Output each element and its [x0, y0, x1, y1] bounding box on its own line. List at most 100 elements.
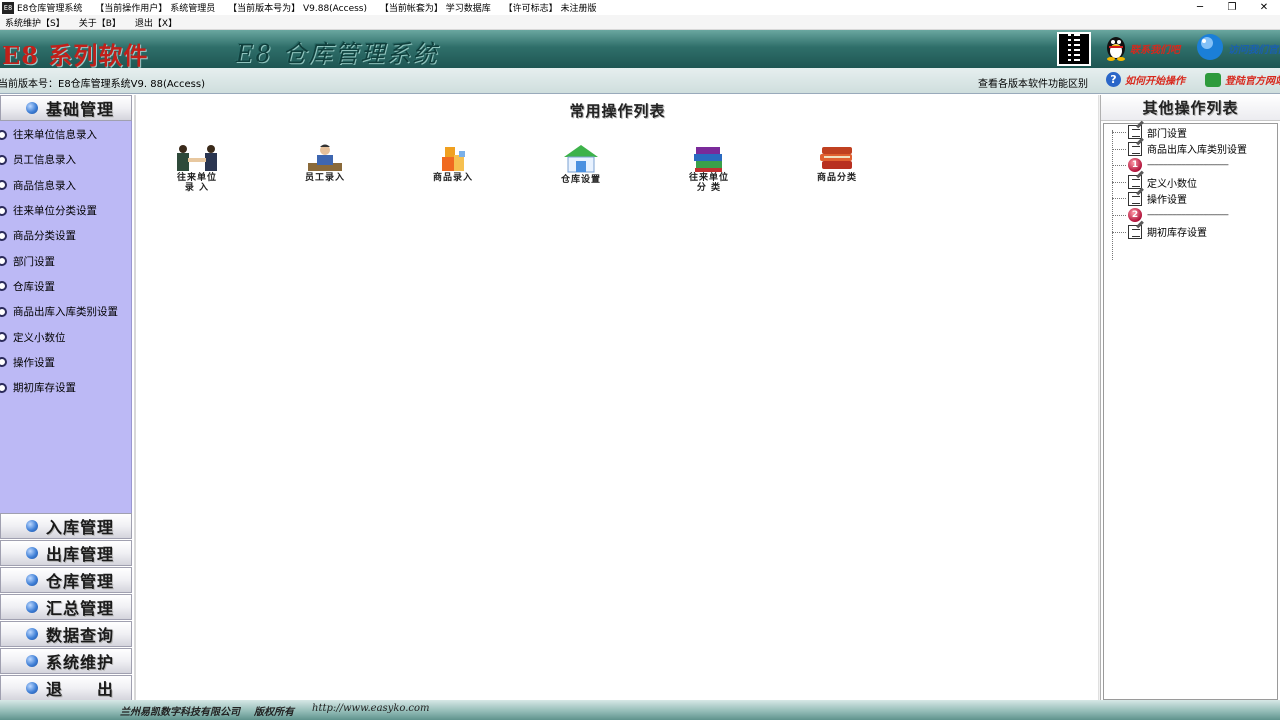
section-inbound[interactable]: 入库管理 — [0, 513, 132, 539]
section-summary[interactable]: 汇总管理 — [0, 594, 132, 620]
official-site-link[interactable]: 登陆官方网站 — [1205, 72, 1280, 87]
section-data-query[interactable]: 数据查询 — [0, 621, 132, 647]
nav-item-goods-category[interactable]: 商品分类设置 — [0, 223, 131, 248]
section-bullet-icon — [26, 102, 38, 114]
section-basic-management[interactable]: 基础管理 — [0, 95, 132, 121]
radio-bullet-icon — [0, 256, 7, 267]
radio-bullet-icon — [0, 129, 7, 140]
nav-item-department[interactable]: 部门设置 — [0, 248, 131, 273]
current-user-label: 【当前操作用户】 系统管理员 — [95, 4, 216, 14]
section-bullet-icon — [26, 574, 38, 586]
other-ops-tree: 部门设置 商品出库入库类别设置 1 -----------------------… — [1103, 123, 1278, 700]
quick-partner-category[interactable]: 往来单位 分 类 — [669, 143, 749, 193]
nav-item-initial-stock[interactable]: 期初库存设置 — [0, 375, 131, 400]
visit-site-link[interactable]: 访问我们官网 — [1228, 41, 1280, 56]
section-bullet-icon — [26, 547, 38, 559]
books-stack-icon — [694, 147, 722, 172]
menu-exit[interactable]: 退出【X】 — [135, 16, 177, 29]
radio-bullet-icon — [0, 332, 7, 343]
how-to-start-link[interactable]: ? 如何开始操作 — [1106, 72, 1185, 87]
memo-icon — [1128, 191, 1142, 206]
quick-goods-entry[interactable]: 商品录入 — [413, 143, 493, 193]
contact-us-link[interactable]: 联系我们吧 — [1130, 41, 1180, 56]
nav-item-label: 商品分类设置 — [13, 230, 76, 243]
help-icon: ? — [1106, 72, 1121, 87]
employee-icon — [308, 144, 342, 171]
menubar: 系统维护【S】 关于【B】 退出【X】 — [0, 15, 1280, 30]
version-text: 当前版本号：E8仓库管理系统V9. 88(Access) — [0, 79, 206, 90]
copyright-text: 版权所有 — [254, 707, 294, 718]
quick-partner-entry[interactable]: 往来单位 录 入 — [157, 143, 237, 193]
nav-item-label: 往来单位信息录入 — [13, 129, 97, 142]
section-bullet-icon — [26, 601, 38, 613]
license-label: 【许可标志】 未注册版 — [503, 4, 597, 14]
tree-node-department[interactable]: 部门设置 — [1104, 124, 1277, 141]
main-panel: 常用操作列表 往来单位 录 入 员工录入 商品录入 仓库设置 往来单位 分 类 … — [137, 95, 1098, 700]
separator-line: ------------------------------------ — [1147, 210, 1229, 221]
nav-item-decimal-places[interactable]: 定义小数位 — [0, 324, 131, 349]
tree-node-initial-stock[interactable]: 期初库存设置 — [1104, 224, 1277, 241]
memo-icon — [1128, 175, 1142, 190]
close-button[interactable]: ✕ — [1248, 0, 1280, 15]
nav-item-label: 仓库设置 — [13, 280, 55, 293]
tree-node-decimal-places[interactable]: 定义小数位 — [1104, 174, 1277, 191]
nav-item-partner-entry[interactable]: 往来单位信息录入 — [0, 122, 131, 147]
section-label: 系统维护 — [46, 653, 115, 672]
title-text: E8仓库管理系统 【当前操作用户】 系统管理员 【当前版本号为】 V9.88(A… — [17, 1, 607, 14]
nav-item-goods-entry[interactable]: 商品信息录入 — [0, 173, 131, 198]
tree-node-operation-settings[interactable]: 操作设置 — [1104, 190, 1277, 207]
version-strip: 当前版本号：E8仓库管理系统V9. 88(Access) 查看各版本软件功能区别… — [0, 68, 1280, 94]
number-two-icon: 2 — [1128, 208, 1142, 223]
radio-bullet-icon — [0, 306, 7, 317]
nav-item-employee-entry[interactable]: 员工信息录入 — [0, 147, 131, 172]
tree-node-label: 商品出库入库类别设置 — [1147, 145, 1247, 157]
qq-penguin-icon[interactable] — [1104, 33, 1128, 61]
section-outbound[interactable]: 出库管理 — [0, 540, 132, 566]
quick-warehouse-settings[interactable]: 仓库设置 — [541, 143, 621, 193]
section-warehouse[interactable]: 仓库管理 — [0, 567, 132, 593]
menu-system-maintenance[interactable]: 系统维护【S】 — [5, 16, 65, 29]
nav-item-partner-category[interactable]: 往来单位分类设置 — [0, 198, 131, 223]
brand-logo: E8 系列软件 — [2, 41, 149, 70]
tree-node-inout-category[interactable]: 商品出库入库类别设置 — [1104, 141, 1277, 158]
nav-item-label: 期初库存设置 — [13, 382, 76, 395]
quick-item-label: 商品录入 — [432, 173, 473, 183]
quick-goods-category[interactable]: 商品分类 — [797, 143, 877, 193]
radio-bullet-icon — [0, 180, 7, 191]
system-name-logo: E8 仓库管理系统 — [236, 40, 439, 68]
nav-item-inout-category[interactable]: 商品出库入库类别设置 — [0, 299, 131, 324]
memo-icon — [1128, 224, 1142, 239]
radio-bullet-icon — [0, 281, 7, 292]
quick-employee-entry[interactable]: 员工录入 — [285, 143, 365, 193]
books-icon — [820, 147, 852, 169]
section-exit[interactable]: 退 出 — [0, 675, 132, 701]
section-label: 仓库管理 — [46, 572, 115, 591]
handshake-icon — [177, 145, 217, 171]
section-list: 入库管理 出库管理 仓库管理 汇总管理 数据查询 系统维护 退 出 — [0, 513, 132, 702]
qr-code-icon — [1057, 32, 1091, 66]
compare-versions-link[interactable]: 查看各版本软件功能区别 — [978, 75, 1088, 90]
number-one-icon: 1 — [1128, 158, 1142, 173]
radio-bullet-icon — [0, 154, 7, 165]
section-label: 基础管理 — [46, 100, 115, 119]
window-controls: ─ ❐ ✕ — [1184, 0, 1280, 15]
quick-item-label: 员工录入 — [304, 173, 345, 183]
tree-node-label: 部门设置 — [1147, 128, 1187, 140]
nav-item-warehouse[interactable]: 仓库设置 — [0, 274, 131, 299]
nav-item-label: 往来单位分类设置 — [13, 205, 97, 218]
goods-icon — [442, 147, 465, 171]
nav-item-operation-settings[interactable]: 操作设置 — [0, 350, 131, 375]
nav-item-label: 操作设置 — [13, 356, 55, 369]
memo-icon — [1128, 125, 1142, 140]
restore-button[interactable]: ❐ — [1216, 0, 1248, 15]
section-system-maintenance[interactable]: 系统维护 — [0, 648, 132, 674]
memo-icon — [1128, 141, 1142, 156]
minimize-button[interactable]: ─ — [1184, 0, 1216, 15]
nav-item-label: 商品信息录入 — [13, 179, 76, 192]
nav-item-label: 部门设置 — [13, 255, 55, 268]
company-url[interactable]: http://www.easyko.com — [312, 703, 430, 714]
section-bullet-icon — [26, 520, 38, 532]
globe-icon[interactable] — [1196, 33, 1224, 61]
quick-item-label-2: 分 类 — [696, 183, 722, 193]
menu-about[interactable]: 关于【B】 — [79, 16, 121, 29]
